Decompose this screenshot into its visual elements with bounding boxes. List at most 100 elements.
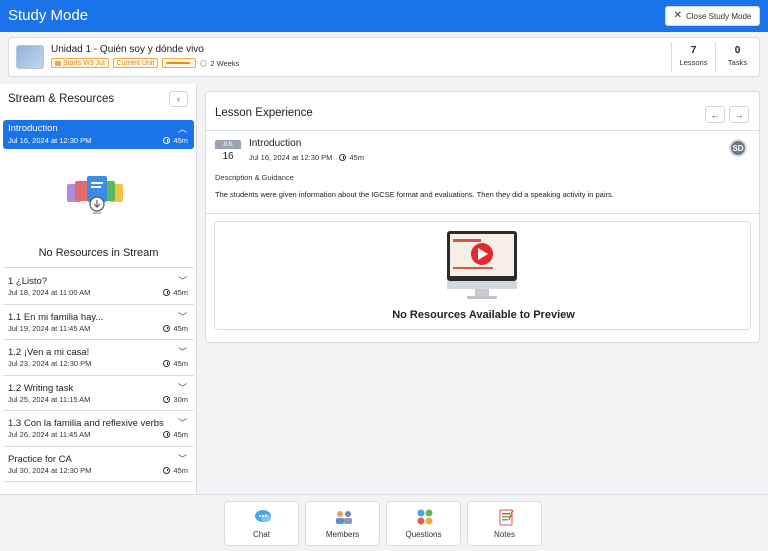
active-item-title: Introduction: [8, 123, 58, 134]
chat-button[interactable]: Chat: [224, 501, 299, 546]
divider: [206, 213, 759, 214]
stream-item-title: 1.3 Con la familia and reflexive verbs: [8, 418, 164, 429]
unit-stats: 7 Lessons 0 Tasks: [671, 42, 759, 72]
questions-icon: [417, 509, 433, 525]
divider: [206, 130, 759, 131]
active-item-duration-label: 45m: [173, 136, 188, 145]
stream-item-title: Practice for CA: [8, 453, 72, 465]
clock-icon: [163, 324, 171, 332]
members-button[interactable]: Members: [305, 501, 380, 546]
active-item-duration: 45m: [163, 136, 188, 145]
stream-item[interactable]: 1 ¿Listo? Jul 18, 2024 at 11:00 AM ﹀ 45m: [3, 269, 194, 305]
members-label: Members: [325, 530, 360, 539]
unit-progress-fill: [166, 62, 190, 64]
stream-item-date: Jul 18, 2024 at 11:00 AM: [8, 288, 91, 297]
preview-empty-text: No Resources Available to Preview: [392, 309, 575, 321]
chat-label: Chat: [253, 530, 270, 539]
calendar-icon: [55, 60, 61, 66]
stream-item-title: 1.2 Writing task: [8, 382, 74, 394]
clock-icon: [163, 360, 171, 367]
unit-thumbnail: [16, 45, 44, 69]
stat-lessons-label: Lessons: [679, 58, 708, 67]
notes-icon: [499, 509, 514, 526]
stream-item-duration-label: 45m: [173, 323, 188, 333]
stream-panel: Stream & Resources ‹ Introduction Jul 16…: [0, 84, 197, 494]
stream-list: 1 ¿Listo? Jul 18, 2024 at 11:00 AM ﹀ 45m 1.1…: [3, 269, 194, 482]
arrow-left-icon: ←: [710, 109, 720, 120]
chevron-down-icon[interactable]: ﹀: [178, 345, 187, 358]
close-study-mode-button[interactable]: ✕ Close Study Mode: [665, 6, 760, 26]
active-item-date: Jul 16, 2024 at 12:30 PM: [8, 136, 92, 145]
description-heading: Description & Guidance: [215, 173, 294, 182]
avatar[interactable]: SD: [729, 139, 747, 157]
stream-item-duration-label: 45m: [173, 288, 188, 297]
chevron-left-icon: ‹: [177, 94, 180, 104]
unit-progress-bar: [162, 58, 197, 68]
lesson-date: Jul 16, 2024 at 12:30 PM: [249, 153, 333, 162]
notes-button[interactable]: Notes: [467, 501, 542, 546]
stream-item-duration-label: 45m: [173, 430, 188, 439]
close-study-mode-label: Close Study Mode: [686, 11, 752, 21]
prev-lesson-button[interactable]: ←: [705, 106, 725, 123]
stream-item-date: Jul 19, 2024 at 11:45 AM: [8, 323, 91, 333]
date-badge-month: JUL: [215, 140, 241, 149]
stream-item-date: Jul 30, 2024 at 12:30 PM: [8, 465, 92, 475]
members-icon: [336, 511, 352, 524]
stream-item[interactable]: 1.1 En mi familia hay... Jul 19, 2024 at …: [3, 305, 194, 340]
clock-icon: [163, 431, 171, 438]
bottom-toolbar: Chat Members Questions Notes: [0, 494, 768, 551]
lesson-panel-title: Lesson Experience: [215, 107, 313, 119]
stream-header: Stream & Resources: [8, 93, 115, 105]
stream-item-duration: 30m: [163, 395, 188, 404]
stat-lessons-num: 7: [690, 45, 697, 56]
stream-item[interactable]: Practice for CA Jul 30, 2024 at 12:30 PM ﹀…: [3, 447, 194, 482]
stream-item[interactable]: 1.2 Writing task Jul 25, 2024 at 11:15 AM…: [3, 376, 194, 411]
notes-label: Notes: [494, 530, 515, 539]
clock-icon: [163, 289, 171, 296]
stat-tasks[interactable]: 0 Tasks: [715, 42, 759, 72]
chevron-up-icon[interactable]: ︿: [178, 122, 187, 135]
stream-empty-text: No Resources in Stream: [38, 247, 159, 259]
resources-illustration-icon: [67, 176, 123, 214]
stat-tasks-label: Tasks: [727, 58, 748, 67]
stat-lessons[interactable]: 7 Lessons: [671, 42, 715, 72]
stream-item-title: 1.1 En mi familia hay...: [8, 311, 104, 323]
chevron-down-icon[interactable]: ﹀: [178, 274, 187, 287]
unit-header: Unidad 1 - Quién soy y dónde vivo Starts…: [8, 37, 760, 77]
stream-item[interactable]: 1.3 Con la familia and reflexive verbs Ju…: [3, 411, 194, 447]
collapse-panel-button[interactable]: ‹: [169, 91, 188, 107]
stream-item-date: Jul 23, 2024 at 12:30 PM: [8, 359, 92, 368]
chevron-down-icon[interactable]: ﹀: [178, 452, 187, 465]
app-title: Study Mode: [8, 7, 89, 24]
clock-icon: [163, 137, 171, 144]
video-monitor-icon: [447, 231, 517, 299]
stream-item-title: 1 ¿Listo?: [8, 276, 48, 287]
stream-item-duration: 45m: [163, 430, 188, 439]
questions-button[interactable]: Questions: [386, 501, 461, 546]
lesson-duration-label: 45m: [349, 153, 364, 162]
date-badge-day: 16: [215, 149, 241, 164]
top-bar: Study Mode ✕ Close Study Mode: [0, 0, 768, 32]
chevron-down-icon[interactable]: ﹀: [178, 416, 187, 429]
stream-item-duration: 45m: [163, 359, 188, 368]
description-text: The students were given information abou…: [215, 190, 614, 199]
chevron-down-icon[interactable]: ﹀: [178, 310, 187, 323]
clock-icon: [163, 395, 171, 403]
starts-tag: Starts W3 Jul: [51, 58, 109, 68]
stream-item[interactable]: 1.2 ¡Ven a mi casa! Jul 23, 2024 at 12:30…: [3, 340, 194, 376]
lesson-date-row: Jul 16, 2024 at 12:30 PM 45m: [249, 153, 364, 162]
stream-item-title: 1.2 ¡Ven a mi casa!: [8, 347, 90, 358]
stream-item-active[interactable]: Introduction Jul 16, 2024 at 12:30 PM ︿ …: [3, 120, 194, 149]
lesson-title: Introduction: [249, 138, 302, 149]
unit-duration: 2 Weeks: [200, 59, 239, 68]
stat-tasks-num: 0: [734, 45, 741, 56]
date-badge: JUL 16: [215, 140, 241, 164]
stream-item-duration-label: 30m: [173, 394, 188, 404]
next-lesson-button[interactable]: →: [729, 106, 749, 123]
chevron-down-icon[interactable]: ﹀: [178, 381, 187, 394]
chat-icon: [255, 510, 271, 522]
arrow-right-icon: →: [734, 109, 744, 120]
stream-item-duration-label: 45m: [173, 465, 188, 475]
current-unit-tag: Current Unit: [112, 58, 159, 68]
resource-preview: No Resources Available to Preview: [214, 221, 751, 330]
